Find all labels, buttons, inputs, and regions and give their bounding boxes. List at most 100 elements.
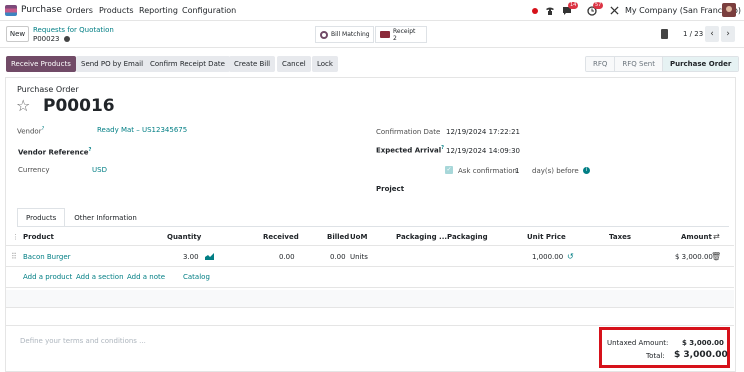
menu-reporting[interactable]: Reporting	[139, 6, 178, 15]
receipt-label: Receipt	[393, 27, 416, 35]
days-before-label: day(s) before	[532, 167, 579, 175]
header-received[interactable]: Received	[263, 233, 299, 241]
ask-confirmation-checkbox[interactable]: ✓	[445, 166, 453, 174]
total-label: Total:	[646, 352, 665, 360]
document-type: Purchase Order	[17, 85, 79, 94]
delete-line-icon[interactable]: 🗑	[711, 252, 721, 261]
footer-divider	[6, 325, 734, 326]
info-icon[interactable]: i	[583, 167, 590, 174]
breadcrumb-current-label: P00023	[33, 35, 60, 43]
row-uom[interactable]: Units	[350, 253, 368, 261]
currency-field[interactable]: USD	[92, 166, 107, 174]
untaxed-amount-label: Untaxed Amount:	[607, 339, 669, 347]
receipt-count: 2	[393, 34, 397, 42]
vendor-field[interactable]: Ready Mat – US12345675	[97, 126, 187, 134]
header-packaging[interactable]: Packaging	[447, 233, 488, 241]
header-packaging-qty[interactable]: Packaging ...	[396, 233, 447, 241]
header-product[interactable]: Product	[23, 233, 54, 241]
receive-products-button[interactable]: Receive Products	[6, 56, 76, 72]
notebook-tabs: Products Other Information	[17, 208, 146, 227]
confirm-receipt-date-button[interactable]: Confirm Receipt Date	[145, 56, 230, 72]
status-bar: RFQ RFQ Sent Purchase Order	[585, 56, 740, 72]
activity-count-badge: 57	[593, 2, 604, 9]
header-amount[interactable]: Amount	[681, 233, 712, 241]
reset-price-icon[interactable]: ↺	[567, 252, 574, 261]
totals-highlight-box	[599, 327, 730, 368]
expected-arrival-label: Expected Arrival?	[376, 145, 445, 155]
ask-confirmation-label: Ask confirmation	[458, 167, 517, 175]
menu-products[interactable]: Products	[99, 6, 134, 15]
status-rfq-sent[interactable]: RFQ Sent	[615, 57, 663, 71]
new-button[interactable]: New	[6, 26, 29, 42]
activity-clock-icon[interactable]: 57	[587, 2, 604, 16]
status-purchase-order[interactable]: Purchase Order	[662, 57, 739, 71]
confirmation-date-label: Confirmation Date	[376, 128, 441, 136]
list-bottom-divider	[6, 307, 734, 308]
chat-count-badge: 14	[568, 2, 579, 9]
ask-confirmation-days[interactable]: 1	[515, 167, 519, 175]
create-bill-button[interactable]: Create Bill	[229, 56, 276, 72]
row-billed: 0.00	[330, 253, 346, 261]
menu-orders[interactable]: Orders	[66, 6, 93, 15]
currency-label: Currency	[18, 166, 50, 174]
pager-next-button[interactable]: ›	[721, 26, 735, 42]
breadcrumb-current: P00023	[33, 35, 70, 43]
column-menu-icon[interactable]: ⋮	[12, 233, 19, 241]
header-billed[interactable]: Billed	[327, 233, 349, 241]
terms-conditions-field[interactable]: Define your terms and conditions ...	[20, 337, 146, 345]
tools-icon[interactable]	[610, 5, 619, 16]
row-quantity[interactable]: 3.00	[183, 253, 199, 261]
lock-button[interactable]: Lock	[312, 56, 338, 72]
app-name[interactable]: Purchase	[21, 5, 62, 15]
pager-value[interactable]: 1 / 23	[683, 30, 703, 38]
confirmation-date-field[interactable]: 12/19/2024 17:22:21	[446, 128, 520, 136]
row-unit-price[interactable]: 1,000.00	[532, 253, 563, 261]
add-note-link[interactable]: Add a note	[127, 273, 165, 281]
bill-matching-button[interactable]: Bill Matching	[315, 26, 374, 43]
total-value: $ 3,000.00	[674, 350, 728, 360]
document-icon[interactable]	[661, 29, 668, 39]
menu-configuration[interactable]: Configuration	[182, 6, 236, 15]
chat-icon[interactable]: 14	[562, 2, 579, 16]
gear-icon[interactable]	[63, 36, 70, 42]
vendor-reference-label: Vendor Reference?	[18, 147, 92, 157]
add-section-link[interactable]: Add a section	[76, 273, 124, 281]
status-dot-icon[interactable]	[532, 8, 538, 14]
tab-divider	[17, 226, 729, 227]
breadcrumb-parent[interactable]: Requests for Quotation	[33, 26, 114, 34]
row-amount: $ 3,000.00	[675, 253, 713, 261]
order-name: P00016	[43, 96, 115, 116]
header-taxes[interactable]: Taxes	[609, 233, 631, 241]
receipt-smart-button[interactable]: Receipt 2	[375, 26, 427, 43]
send-po-email-button[interactable]: Send PO by Email	[76, 56, 149, 72]
vendor-label: Vendor?	[17, 126, 45, 136]
cancel-button[interactable]: Cancel	[277, 56, 311, 72]
catalog-link[interactable]: Catalog	[183, 273, 210, 281]
user-avatar[interactable]	[722, 3, 736, 17]
status-rfq[interactable]: RFQ	[586, 57, 616, 71]
add-product-link[interactable]: Add a product	[23, 273, 72, 281]
phone-icon[interactable]	[545, 5, 555, 16]
bill-matching-label: Bill Matching	[331, 31, 370, 38]
header-quantity[interactable]: Quantity	[167, 233, 201, 241]
untaxed-amount-value: $ 3,000.00	[682, 339, 724, 347]
tab-other-information[interactable]: Other Information	[65, 208, 146, 227]
star-icon[interactable]: ☆	[16, 97, 30, 115]
row-divider	[6, 266, 734, 267]
expected-arrival-field[interactable]: 12/19/2024 14:09:30	[446, 147, 520, 155]
header-uom[interactable]: UoM	[350, 233, 367, 241]
app-menu-icon[interactable]	[5, 5, 17, 16]
forecast-chart-icon[interactable]	[205, 253, 214, 260]
bill-matching-icon	[320, 30, 328, 39]
truck-icon	[380, 31, 390, 38]
tab-products[interactable]: Products	[17, 208, 66, 227]
row-product[interactable]: Bacon Burger	[23, 253, 71, 261]
pager-previous-button[interactable]: ‹	[705, 26, 719, 42]
drag-handle-icon[interactable]: ⠿	[11, 252, 17, 261]
row-received: 0.00	[279, 253, 295, 261]
list-divider	[6, 287, 734, 288]
header-divider	[6, 245, 734, 246]
optional-columns-icon[interactable]: ⇄	[713, 232, 720, 241]
empty-row	[6, 290, 734, 307]
header-unit-price[interactable]: Unit Price	[527, 233, 566, 241]
